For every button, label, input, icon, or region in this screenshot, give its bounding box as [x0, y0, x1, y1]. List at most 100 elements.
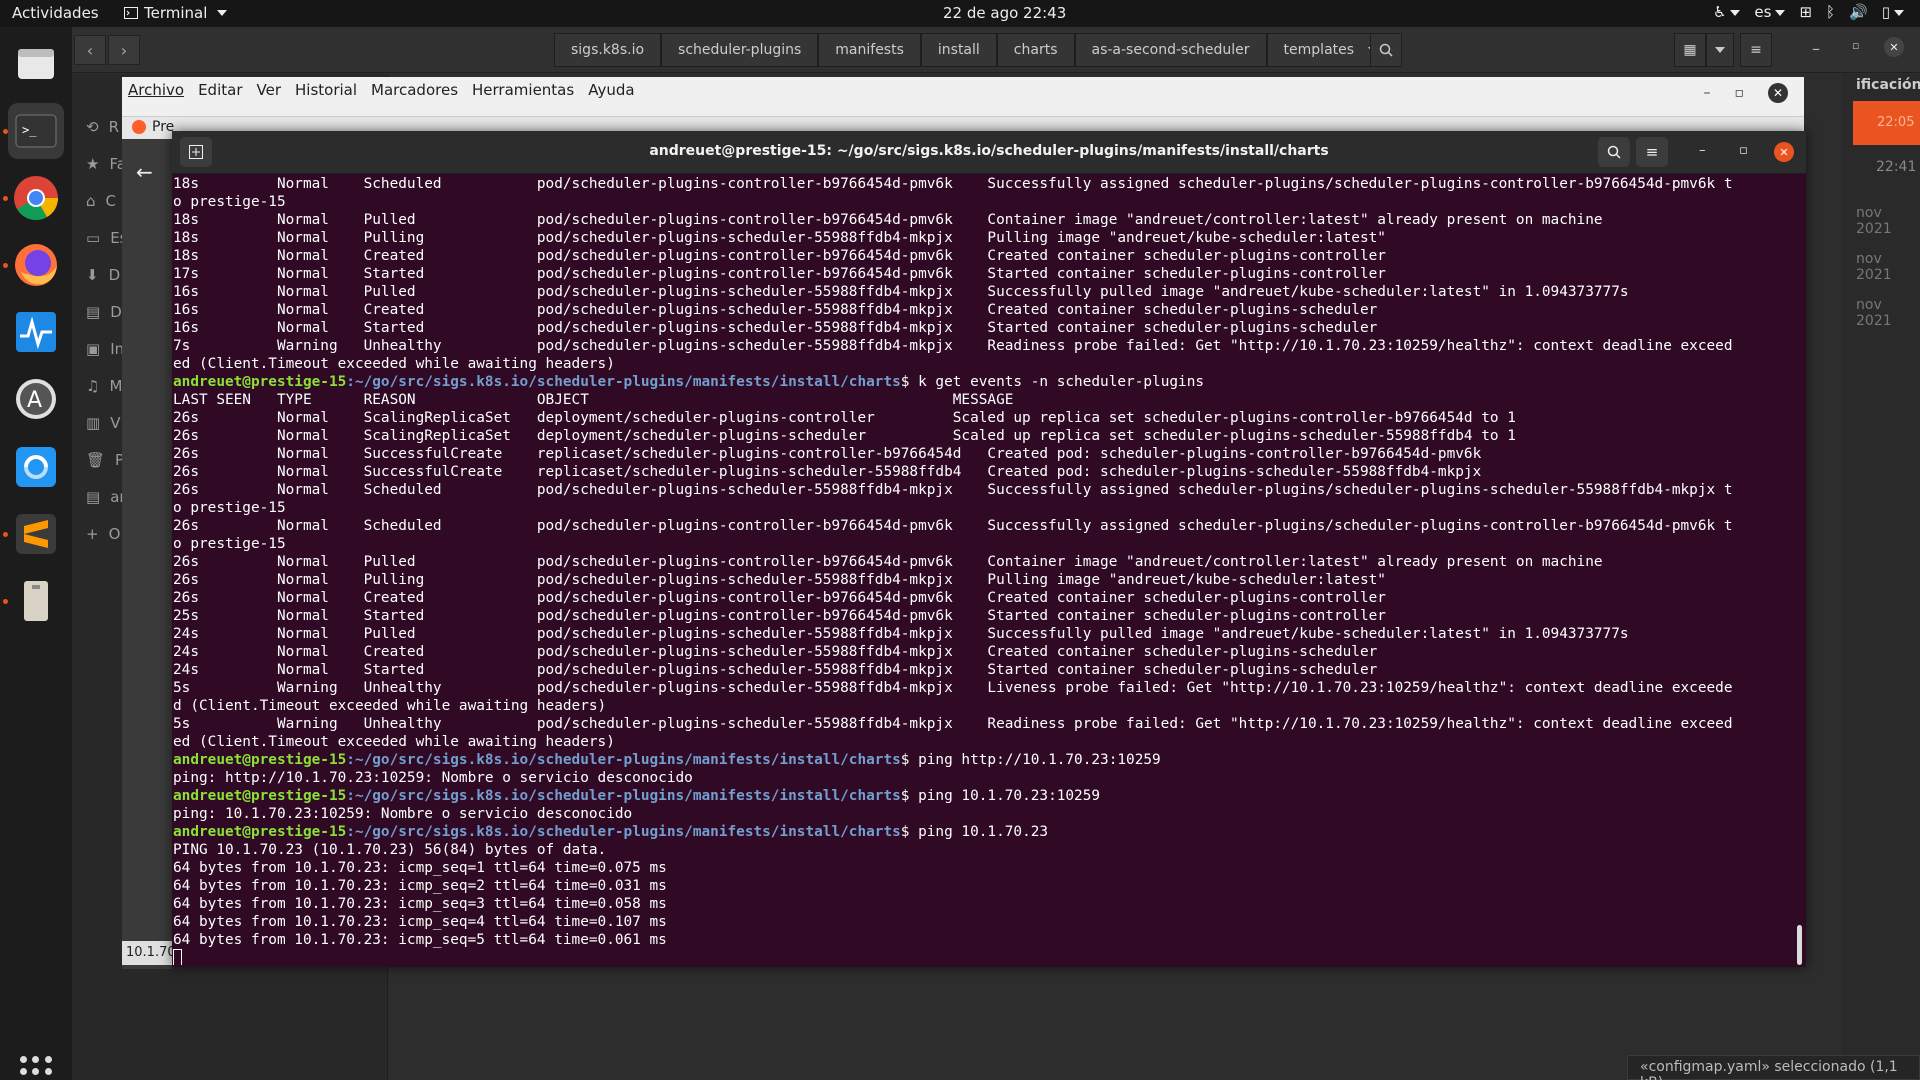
path-crumb[interactable]: scheduler-plugins — [661, 33, 819, 67]
prompt-path: :~/go/src/sigs.k8s.io/scheduler-plugins/… — [346, 374, 901, 390]
notification-time: 22:05 — [1853, 101, 1920, 145]
output-text: 18s Normal Scheduled pod/scheduler-plugi… — [173, 176, 1733, 192]
close-button[interactable]: ✕ — [1774, 142, 1794, 162]
output-text: d (Client.Timeout exceeded while awaitin… — [173, 698, 607, 714]
language-indicator[interactable]: es — [1754, 3, 1786, 21]
chrome-icon[interactable] — [8, 170, 64, 226]
battery-icon[interactable]: ▯ — [1882, 3, 1904, 21]
output-line: 7s Warning Unhealthy pod/scheduler-plugi… — [173, 337, 1792, 355]
maximize-button[interactable]: ▫ — [1739, 143, 1748, 158]
maximize-button[interactable]: ▫ — [1852, 39, 1859, 52]
minimize-button[interactable]: – — [1699, 143, 1706, 158]
sidebar-item[interactable]: ▤ D — [86, 303, 122, 321]
close-button[interactable]: ✕ — [1768, 83, 1788, 103]
network-icon[interactable]: ⊞ — [1799, 3, 1812, 21]
svg-text:A: A — [27, 388, 42, 413]
system-tray[interactable]: ♿ es ⊞ ᛒ 🔊 ▯ — [1713, 3, 1904, 21]
menu-button[interactable]: ≡ — [1740, 33, 1772, 67]
sublime-text-icon[interactable] — [8, 506, 64, 562]
files-icon[interactable] — [8, 35, 64, 91]
chevron-down-icon — [217, 10, 228, 16]
output-line: ping: http://10.1.70.23:10259: Nombre o … — [173, 769, 1792, 787]
command-text: $ ping 10.1.70.23 — [900, 824, 1049, 840]
output-text: 18s Normal Created pod/scheduler-plugins… — [173, 248, 1386, 264]
tab-label: Pre — [152, 119, 175, 135]
menu-item-historial[interactable]: Historial — [295, 81, 357, 99]
file-date: nov 2021 — [1856, 251, 1892, 283]
output-line: 26s Normal ScalingReplicaSet deployment/… — [173, 409, 1792, 427]
sidebar-item[interactable]: ⬇ D — [86, 266, 120, 284]
terminal-icon[interactable]: >_ — [8, 103, 64, 159]
back-arrow-icon[interactable]: ← — [136, 160, 153, 184]
view-options-button[interactable] — [1706, 33, 1734, 67]
menu-item-herramientas[interactable]: Herramientas — [472, 81, 574, 99]
clock[interactable]: 22 de ago 22:43 — [943, 4, 1066, 22]
bluetooth-icon[interactable]: ᛒ — [1826, 3, 1835, 21]
file-manager-header: ‹ › sigs.k8s.io scheduler-plugins manifest… — [72, 27, 1920, 73]
sidebar-item[interactable]: ▤ ar — [86, 488, 126, 506]
view-grid-button[interactable]: ▦ — [1674, 33, 1706, 67]
minimize-button[interactable]: – — [1812, 39, 1820, 58]
output-line: 16s Normal Pulled pod/scheduler-plugins-… — [173, 283, 1792, 301]
menu-button[interactable]: ≡ — [1636, 137, 1668, 167]
output-text: o prestige-15 — [173, 536, 286, 552]
sidebar-item[interactable]: ⌂ C — [86, 192, 116, 210]
maximize-button[interactable]: ▫ — [1735, 85, 1745, 101]
terminal-title: andreuet@prestige-15: ~/go/src/sigs.k8s.… — [649, 143, 1329, 159]
sidebar-item-icon: ▥ — [86, 414, 101, 432]
sidebar-item[interactable]: + O — [86, 525, 120, 543]
search-button[interactable] — [1370, 33, 1402, 67]
sidebar-item[interactable]: ★ Fa — [86, 155, 126, 173]
dock: >_ A — [0, 27, 72, 1080]
close-button[interactable]: ✕ — [1884, 37, 1904, 57]
sidebar-item[interactable]: ▥ V — [86, 414, 120, 432]
forward-button[interactable]: › — [108, 35, 140, 65]
menu-item-ayuda[interactable]: Ayuda — [588, 81, 634, 99]
menu-bar: Archivo Editar Ver Historial Marcadores Herra… — [128, 81, 635, 99]
browser-tab[interactable]: Pre — [132, 119, 174, 135]
menu-item-ver[interactable]: Ver — [257, 81, 282, 99]
app-grid-icon[interactable] — [20, 1056, 52, 1080]
activities-button[interactable]: Actividades — [12, 4, 99, 22]
minimize-button[interactable]: – — [1704, 85, 1711, 101]
output-line: 5s Warning Unhealthy pod/scheduler-plugi… — [173, 715, 1792, 733]
path-crumb[interactable]: charts — [996, 33, 1075, 67]
terminal-output[interactable]: 18s Normal Scheduled pod/scheduler-plugi… — [172, 175, 1792, 965]
path-crumb[interactable]: install — [920, 33, 997, 67]
sidebar-item-label: D — [108, 266, 121, 284]
output-line: 18s Normal Scheduled pod/scheduler-plugi… — [173, 175, 1792, 193]
output-line: 64 bytes from 10.1.70.23: icmp_seq=5 ttl… — [173, 931, 1792, 949]
firefox-icon[interactable] — [8, 237, 64, 293]
app-menu[interactable]: Terminal — [124, 4, 228, 22]
sidebar-item-icon: ▭ — [86, 229, 101, 247]
sidebar-item-icon: ▣ — [86, 340, 101, 358]
output-line: 24s Normal Created pod/scheduler-plugins… — [173, 643, 1792, 661]
output-line: 26s Normal Pulled pod/scheduler-plugins-… — [173, 553, 1792, 571]
accessibility-icon[interactable]: ♿ — [1713, 3, 1741, 21]
menu-item-archivo[interactable]: Archivo — [128, 81, 184, 99]
path-crumb[interactable]: as-a-second-scheduler — [1074, 33, 1267, 67]
prompt-path: :~/go/src/sigs.k8s.io/scheduler-plugins/… — [346, 824, 901, 840]
search-button[interactable] — [1598, 137, 1630, 167]
sidebar-item-icon: + — [86, 525, 99, 543]
vpn-icon[interactable] — [8, 439, 64, 495]
output-text: 16s Normal Started pod/scheduler-plugins… — [173, 320, 1378, 336]
menu-item-marcadores[interactable]: Marcadores — [371, 81, 458, 99]
path-crumb[interactable]: manifests — [818, 33, 921, 67]
software-center-icon[interactable]: A — [8, 371, 64, 427]
output-text: 25s Normal Started pod/scheduler-plugins… — [173, 608, 1386, 624]
volume-icon[interactable]: 🔊 — [1849, 3, 1868, 21]
sidebar-item[interactable]: ▣ In — [86, 340, 124, 358]
usb-drive-icon[interactable] — [8, 573, 64, 629]
scrollbar[interactable] — [1797, 925, 1802, 965]
command-text: $ k get events -n scheduler-plugins — [900, 374, 1205, 390]
menu-item-editar[interactable]: Editar — [198, 81, 242, 99]
sidebar-item[interactable]: ♫ M — [86, 377, 122, 395]
sidebar-item[interactable]: ⟲ R — [86, 118, 119, 136]
back-button[interactable]: ‹ — [74, 35, 106, 65]
sidebar-item-icon: ⟲ — [86, 118, 99, 136]
app-name: Terminal — [144, 4, 208, 22]
path-crumb[interactable]: sigs.k8s.io — [554, 33, 662, 67]
system-monitor-icon[interactable] — [8, 304, 64, 360]
output-line: ed (Client.Timeout exceeded while awaiti… — [173, 733, 1792, 751]
